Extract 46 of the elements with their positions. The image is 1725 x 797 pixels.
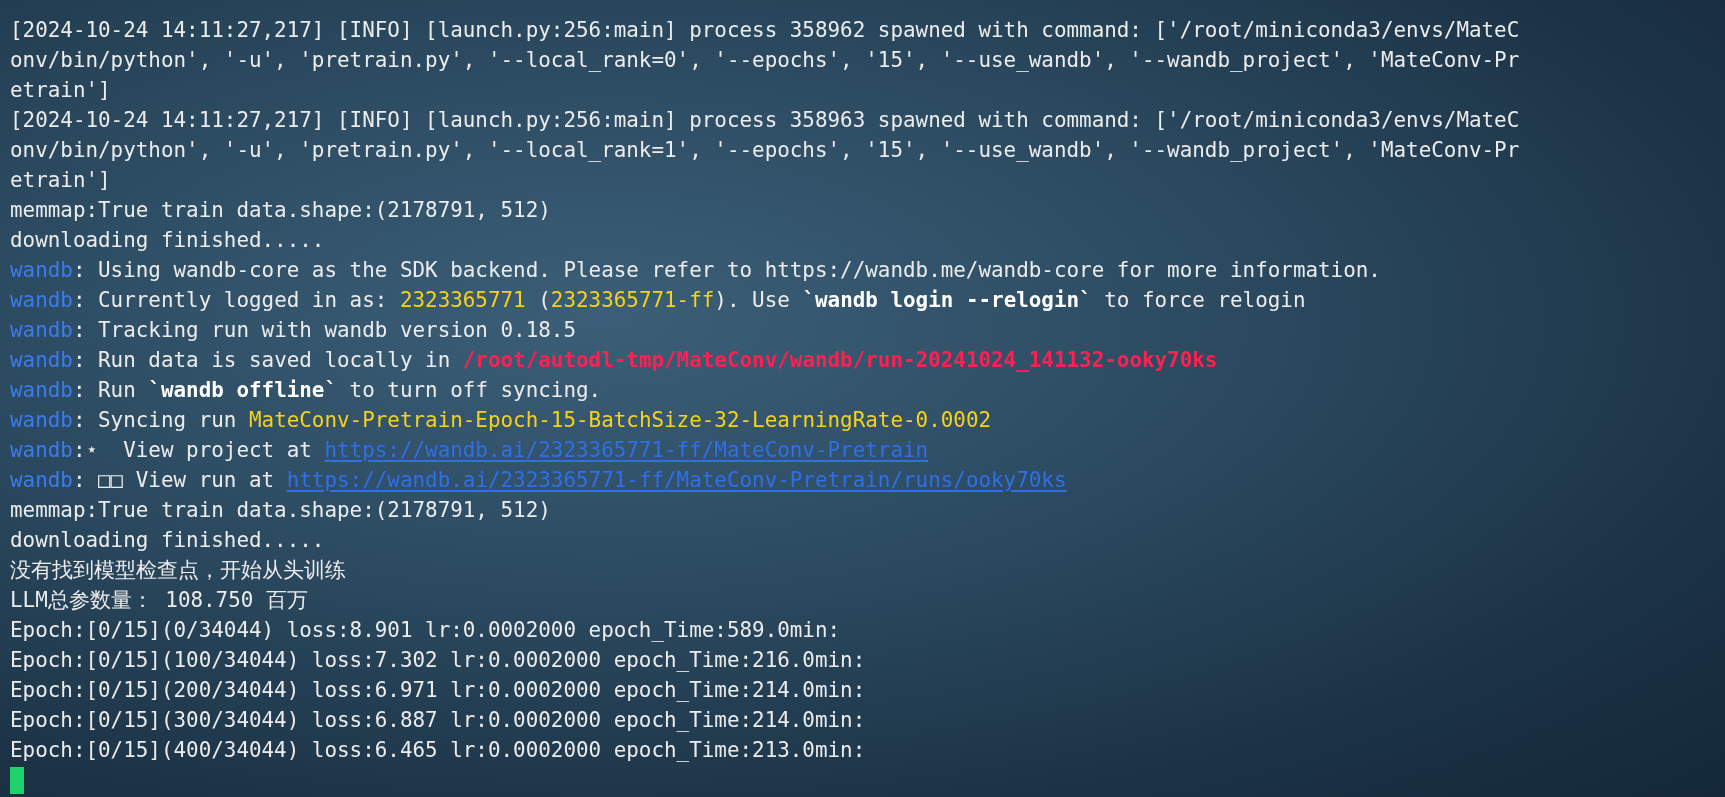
log-text: : Run data is saved locally in xyxy=(72,347,452,374)
command-text: `wandb login --relogin` xyxy=(802,287,1092,314)
log-text: :⋆ View project at xyxy=(72,437,313,464)
link[interactable]: https://wandb.ai/2323365771-ff/MateConv-Pretrain/runs/ooky70ks xyxy=(286,465,1067,495)
log-source: wandb xyxy=(10,347,73,374)
log-text: Epoch:[0/15](100/34044) loss:7.302 lr:0.0002000 epoch_Time:216.0min: xyxy=(10,647,866,674)
log-source: wandb xyxy=(10,467,73,494)
log-text: [2024-10-24 14:11:27,217] [INFO] [launch.py:256:main] process 358963 spawned with command: ['/root/miniconda3/envs/MateC xyxy=(10,107,1520,134)
log-text: etrain'] xyxy=(10,167,111,194)
log-text: Epoch:[0/15](200/34044) loss:6.971 lr:0.0002000 epoch_Time:214.0min: xyxy=(10,677,866,704)
log-text: downloading finished..... xyxy=(10,227,325,254)
log-text: : Using wandb-core as the SDK backend. Please refer to https://wandb.me/wandb-core for more information. xyxy=(72,257,1381,284)
log-text: downloading finished..... xyxy=(10,527,325,554)
log-text: onv/bin/python', '-u', 'pretrain.py', '--local_rank=1', '--epochs', '15', '--use_wandb', '--wandb_project', 'MateConv-Pr xyxy=(10,137,1520,164)
log-text: onv/bin/python', '-u', 'pretrain.py', '--local_rank=0', '--epochs', '15', '--use_wandb', '--wandb_project', 'MateConv-Pr xyxy=(10,47,1520,74)
log-text: memmap:True train data.shape:(2178791, 512) xyxy=(10,197,551,224)
highlighted-text: 2323365771-ff xyxy=(550,287,715,314)
log-text: : Currently logged in as: xyxy=(72,287,389,314)
log-source: wandb xyxy=(10,317,73,344)
log-text: 没有找到模型检查点，开始从头训练 xyxy=(10,557,346,584)
log-text: Epoch:[0/15](400/34044) loss:6.465 lr:0.0002000 epoch_Time:213.0min: xyxy=(10,737,866,764)
highlighted-text: MateConv-Pretrain-Epoch-15-BatchSize-32-LearningRate-0.0002 xyxy=(249,407,992,434)
log-text: memmap:True train data.shape:(2178791, 512) xyxy=(10,497,551,524)
command-text: `wandb offline` xyxy=(148,377,338,404)
log-source: wandb xyxy=(10,257,73,284)
log-source: wandb xyxy=(10,287,73,314)
log-text: : Run xyxy=(72,377,137,404)
log-text: [2024-10-24 14:11:27,217] [INFO] [launch.py:256:main] process 358962 spawned with command: ['/root/miniconda3/envs/MateC xyxy=(10,17,1520,44)
log-text: to force relogin xyxy=(1103,287,1306,314)
log-source: wandb xyxy=(10,437,73,464)
log-text: to turn off syncing. xyxy=(348,377,602,404)
log-text: LLM总参数量： 108.750 百万 xyxy=(10,587,308,614)
log-text: ). Use xyxy=(714,287,791,314)
log-text: : Tracking run with wandb version 0.18.5 xyxy=(72,317,576,344)
log-text: : □□ View run at xyxy=(72,467,276,494)
log-source: wandb xyxy=(10,407,73,434)
log-text: etrain'] xyxy=(10,77,111,104)
log-text: ( xyxy=(537,287,551,314)
log-source: wandb xyxy=(10,377,73,404)
log-text: Epoch:[0/15](300/34044) loss:6.887 lr:0.0002000 epoch_Time:214.0min: xyxy=(10,707,866,734)
file-path: /root/autodl-tmp/MateConv/wandb/run-20241024_141132-ooky70ks xyxy=(462,347,1218,374)
link[interactable]: https://wandb.ai/2323365771-ff/MateConv-Pretrain xyxy=(324,435,929,465)
log-text: Epoch:[0/15](0/34044) loss:8.901 lr:0.0002000 epoch_Time:589.0min: xyxy=(10,617,841,644)
terminal-cursor xyxy=(10,767,24,794)
highlighted-text: 2323365771 xyxy=(399,287,526,314)
log-text: : Syncing run xyxy=(72,407,238,434)
